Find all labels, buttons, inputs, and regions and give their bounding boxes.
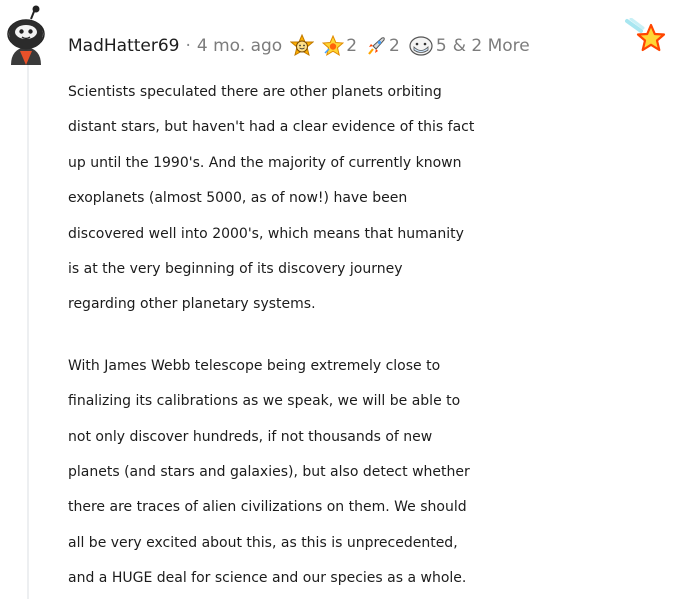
text-line: not only discover hundreds, if not thous… — [68, 428, 433, 445]
award-rocket[interactable]: 2 — [365, 35, 400, 57]
snoo-avatar-icon — [7, 5, 45, 65]
award-count: 5 — [435, 36, 447, 56]
meta-separator: · — [185, 36, 191, 56]
wearing-is-caring-award-icon — [409, 36, 433, 56]
username-link[interactable]: MadHatter69 — [68, 36, 180, 56]
rocket-award-icon — [368, 37, 385, 55]
comment-body: Scientists speculated there are other pl… — [68, 75, 698, 597]
text-line: distant stars, but haven't had a clear e… — [68, 119, 475, 136]
wholesome-award-icon — [290, 34, 315, 57]
award-wholesome[interactable] — [290, 34, 315, 58]
give-award-icon — [625, 17, 666, 52]
more-awards-link[interactable]: & 2 More — [453, 36, 530, 56]
text-line: discovered well into 2000's, which means… — [68, 225, 464, 242]
text-line: finalizing its calibrations as we speak,… — [68, 393, 461, 410]
star-struck-award-icon — [322, 35, 345, 57]
text-line: is at the very beginning of its discover… — [68, 261, 403, 278]
text-line: all be very excited about this, as this … — [68, 534, 458, 551]
award-wearing-is-caring[interactable]: 5 — [408, 35, 447, 57]
text-line: there are traces of alien civilizations … — [68, 499, 467, 516]
text-line: regarding other planetary systems. — [68, 296, 316, 313]
text-line: up until the 1990's. And the majority of… — [68, 154, 462, 171]
text-line: planets (and stars and galaxies), but al… — [68, 464, 470, 481]
award-count: 2 — [389, 36, 400, 56]
thread-line[interactable] — [27, 62, 29, 599]
comment-paragraph: Scientists speculated there are other pl… — [68, 75, 698, 323]
award-count: 2 — [346, 36, 358, 56]
comment-paragraph: With James Webb telescope being extremel… — [68, 349, 698, 597]
text-line: and a HUGE deal for science and our spec… — [68, 570, 467, 587]
text-line: exoplanets (almost 5000, as of now!) hav… — [68, 190, 408, 207]
timestamp-link[interactable]: 4 mo. ago — [197, 36, 282, 56]
give-award-button[interactable] — [625, 17, 669, 58]
text-line: Scientists speculated there are other pl… — [68, 84, 442, 100]
avatar[interactable] — [3, 5, 49, 65]
text-line: With James Webb telescope being extremel… — [68, 357, 441, 374]
award-star-struck[interactable]: 2 — [322, 35, 357, 57]
comment-meta: MadHatter69 · 4 mo. ago 2 2 5 & 2 More — [68, 30, 530, 62]
